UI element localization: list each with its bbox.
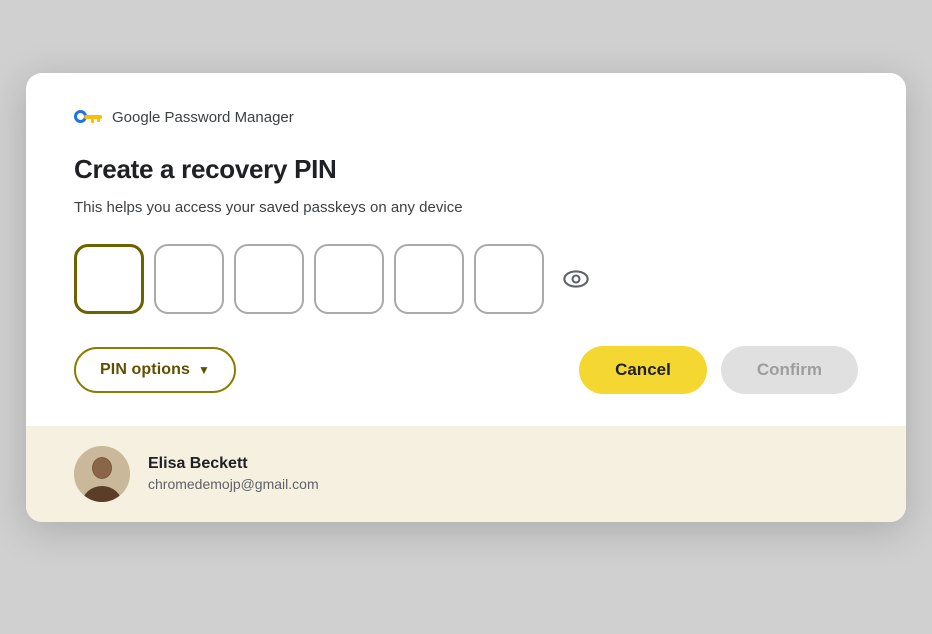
toggle-visibility-icon[interactable] bbox=[558, 261, 594, 297]
dialog-title: Create a recovery PIN bbox=[74, 154, 858, 185]
pin-input-3[interactable] bbox=[234, 244, 304, 314]
dialog-footer: Elisa Beckett chromedemojp@gmail.com bbox=[26, 426, 906, 522]
pin-input-2[interactable] bbox=[154, 244, 224, 314]
dialog-header: Google Password Manager bbox=[74, 109, 858, 126]
key-tooth-1 bbox=[91, 119, 94, 123]
confirm-button[interactable]: Confirm bbox=[721, 346, 858, 394]
pin-input-5[interactable] bbox=[394, 244, 464, 314]
google-password-manager-icon bbox=[74, 109, 102, 125]
dialog: Google Password Manager Create a recover… bbox=[26, 73, 906, 522]
pin-input-6[interactable] bbox=[474, 244, 544, 314]
action-buttons-group: Cancel Confirm bbox=[579, 346, 858, 394]
chevron-down-icon: ▼ bbox=[198, 363, 210, 377]
dialog-subtitle: This helps you access your saved passkey… bbox=[74, 199, 858, 216]
key-tooth-2 bbox=[97, 119, 100, 122]
pin-options-label: PIN options bbox=[100, 361, 190, 379]
pin-input-4[interactable] bbox=[314, 244, 384, 314]
user-info: Elisa Beckett chromedemojp@gmail.com bbox=[148, 455, 319, 492]
user-email: chromedemojp@gmail.com bbox=[148, 476, 319, 492]
cancel-button[interactable]: Cancel bbox=[579, 346, 707, 394]
gpm-label: Google Password Manager bbox=[112, 109, 294, 126]
pin-input-row bbox=[74, 244, 858, 314]
user-name: Elisa Beckett bbox=[148, 455, 319, 473]
pin-input-1[interactable] bbox=[74, 244, 144, 314]
dialog-actions: PIN options ▼ Cancel Confirm bbox=[74, 346, 858, 394]
dialog-main: Google Password Manager Create a recover… bbox=[26, 73, 906, 426]
pin-options-button[interactable]: PIN options ▼ bbox=[74, 347, 236, 393]
avatar bbox=[74, 446, 130, 502]
key-icon bbox=[74, 109, 102, 125]
key-teeth bbox=[91, 119, 100, 123]
